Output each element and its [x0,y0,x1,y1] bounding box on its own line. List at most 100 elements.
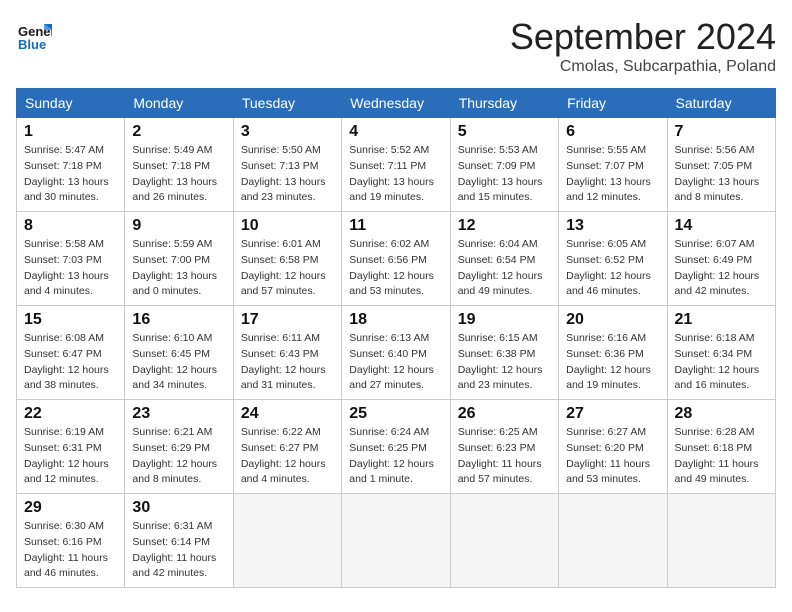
table-row: 23 Sunrise: 6:21 AMSunset: 6:29 PMDayligh… [125,400,233,494]
table-row: 19 Sunrise: 6:15 AMSunset: 6:38 PMDayligh… [450,306,558,400]
day-info: Sunrise: 5:59 AMSunset: 7:00 PMDaylight:… [132,237,225,300]
table-row: 12 Sunrise: 6:04 AMSunset: 6:54 PMDayligh… [450,212,558,306]
day-number: 3 [241,123,334,141]
day-number: 14 [675,217,768,235]
day-info: Sunrise: 6:01 AMSunset: 6:58 PMDaylight:… [241,237,334,300]
day-number: 22 [24,405,117,423]
day-number: 19 [458,311,551,329]
day-number: 13 [566,217,659,235]
day-info: Sunrise: 6:31 AMSunset: 6:14 PMDaylight:… [132,519,225,582]
day-info: Sunrise: 6:16 AMSunset: 6:36 PMDaylight:… [566,331,659,394]
month-title: September 2024 [510,16,776,58]
day-number: 15 [24,311,117,329]
table-row: 9 Sunrise: 5:59 AMSunset: 7:00 PMDaylight… [125,212,233,306]
day-number: 12 [458,217,551,235]
col-monday: Monday [125,89,233,118]
day-number: 9 [132,217,225,235]
day-info: Sunrise: 6:11 AMSunset: 6:43 PMDaylight:… [241,331,334,394]
calendar-week-row: 1Sunrise: 5:47 AMSunset: 7:18 PMDaylight… [17,118,776,212]
day-info: Sunrise: 5:52 AMSunset: 7:11 PMDaylight:… [349,143,442,206]
day-info: Sunrise: 6:21 AMSunset: 6:29 PMDaylight:… [132,425,225,488]
day-info: Sunrise: 6:02 AMSunset: 6:56 PMDaylight:… [349,237,442,300]
table-row: 8Sunrise: 5:58 AMSunset: 7:03 PMDaylight… [17,212,125,306]
day-info: Sunrise: 5:55 AMSunset: 7:07 PMDaylight:… [566,143,659,206]
day-number: 30 [132,499,225,517]
day-number: 20 [566,311,659,329]
col-tuesday: Tuesday [233,89,341,118]
day-number: 21 [675,311,768,329]
table-row: 17 Sunrise: 6:11 AMSunset: 6:43 PMDayligh… [233,306,341,400]
day-info: Sunrise: 6:25 AMSunset: 6:23 PMDaylight:… [458,425,551,488]
table-row: 16 Sunrise: 6:10 AMSunset: 6:45 PMDayligh… [125,306,233,400]
table-row: 28 Sunrise: 6:28 AMSunset: 6:18 PMDayligh… [667,400,775,494]
table-row [450,494,558,588]
table-row: 20 Sunrise: 6:16 AMSunset: 6:36 PMDayligh… [559,306,667,400]
day-number: 10 [241,217,334,235]
day-number: 29 [24,499,117,517]
table-row: 5 Sunrise: 5:53 AMSunset: 7:09 PMDaylight… [450,118,558,212]
day-number: 26 [458,405,551,423]
calendar-week-row: 22 Sunrise: 6:19 AMSunset: 6:31 PMDayligh… [17,400,776,494]
logo-icon: General Blue [16,16,52,52]
day-info: Sunrise: 6:07 AMSunset: 6:49 PMDaylight:… [675,237,768,300]
day-info: Sunrise: 5:50 AMSunset: 7:13 PMDaylight:… [241,143,334,206]
table-row [667,494,775,588]
table-row: 15Sunrise: 6:08 AMSunset: 6:47 PMDayligh… [17,306,125,400]
table-row: 13Sunrise: 6:05 AMSunset: 6:52 PMDayligh… [559,212,667,306]
location-title: Cmolas, Subcarpathia, Poland [510,58,776,76]
table-row: 29 Sunrise: 6:30 AMSunset: 6:16 PMDayligh… [17,494,125,588]
day-number: 18 [349,311,442,329]
day-number: 27 [566,405,659,423]
day-number: 7 [675,123,768,141]
table-row: 14 Sunrise: 6:07 AMSunset: 6:49 PMDayligh… [667,212,775,306]
day-info: Sunrise: 6:15 AMSunset: 6:38 PMDaylight:… [458,331,551,394]
table-row: 2 Sunrise: 5:49 AMSunset: 7:18 PMDaylight… [125,118,233,212]
table-row: 25 Sunrise: 6:24 AMSunset: 6:25 PMDayligh… [342,400,450,494]
day-number: 16 [132,311,225,329]
day-info: Sunrise: 5:49 AMSunset: 7:18 PMDaylight:… [132,143,225,206]
day-number: 17 [241,311,334,329]
col-wednesday: Wednesday [342,89,450,118]
day-info: Sunrise: 6:30 AMSunset: 6:16 PMDaylight:… [24,519,117,582]
day-number: 28 [675,405,768,423]
day-number: 25 [349,405,442,423]
col-sunday: Sunday [17,89,125,118]
day-info: Sunrise: 6:10 AMSunset: 6:45 PMDaylight:… [132,331,225,394]
day-info: Sunrise: 6:22 AMSunset: 6:27 PMDaylight:… [241,425,334,488]
table-row: 1Sunrise: 5:47 AMSunset: 7:18 PMDaylight… [17,118,125,212]
calendar-table: Sunday Monday Tuesday Wednesday Thursday… [16,88,776,588]
table-row: 11 Sunrise: 6:02 AMSunset: 6:56 PMDayligh… [342,212,450,306]
day-info: Sunrise: 6:04 AMSunset: 6:54 PMDaylight:… [458,237,551,300]
table-row [559,494,667,588]
day-info: Sunrise: 6:28 AMSunset: 6:18 PMDaylight:… [675,425,768,488]
day-number: 11 [349,217,442,235]
title-section: September 2024 Cmolas, Subcarpathia, Pol… [510,16,776,76]
day-info: Sunrise: 6:19 AMSunset: 6:31 PMDaylight:… [24,425,117,488]
day-info: Sunrise: 5:47 AMSunset: 7:18 PMDaylight:… [24,143,117,206]
table-row: 6Sunrise: 5:55 AMSunset: 7:07 PMDaylight… [559,118,667,212]
calendar-week-row: 29 Sunrise: 6:30 AMSunset: 6:16 PMDayligh… [17,494,776,588]
day-number: 23 [132,405,225,423]
table-row: 4Sunrise: 5:52 AMSunset: 7:11 PMDaylight… [342,118,450,212]
table-row [233,494,341,588]
day-info: Sunrise: 6:24 AMSunset: 6:25 PMDaylight:… [349,425,442,488]
day-info: Sunrise: 6:18 AMSunset: 6:34 PMDaylight:… [675,331,768,394]
day-info: Sunrise: 5:56 AMSunset: 7:05 PMDaylight:… [675,143,768,206]
day-number: 2 [132,123,225,141]
table-row: 27 Sunrise: 6:27 AMSunset: 6:20 PMDayligh… [559,400,667,494]
col-saturday: Saturday [667,89,775,118]
table-row: 10 Sunrise: 6:01 AMSunset: 6:58 PMDayligh… [233,212,341,306]
day-info: Sunrise: 6:13 AMSunset: 6:40 PMDaylight:… [349,331,442,394]
table-row: 22 Sunrise: 6:19 AMSunset: 6:31 PMDayligh… [17,400,125,494]
calendar-header-row: Sunday Monday Tuesday Wednesday Thursday… [17,89,776,118]
table-row [342,494,450,588]
table-row: 26 Sunrise: 6:25 AMSunset: 6:23 PMDayligh… [450,400,558,494]
day-number: 5 [458,123,551,141]
table-row: 7 Sunrise: 5:56 AMSunset: 7:05 PMDaylight… [667,118,775,212]
svg-text:Blue: Blue [18,37,46,52]
day-info: Sunrise: 6:27 AMSunset: 6:20 PMDaylight:… [566,425,659,488]
calendar-week-row: 8Sunrise: 5:58 AMSunset: 7:03 PMDaylight… [17,212,776,306]
col-friday: Friday [559,89,667,118]
day-info: Sunrise: 5:53 AMSunset: 7:09 PMDaylight:… [458,143,551,206]
table-row: 30 Sunrise: 6:31 AMSunset: 6:14 PMDayligh… [125,494,233,588]
